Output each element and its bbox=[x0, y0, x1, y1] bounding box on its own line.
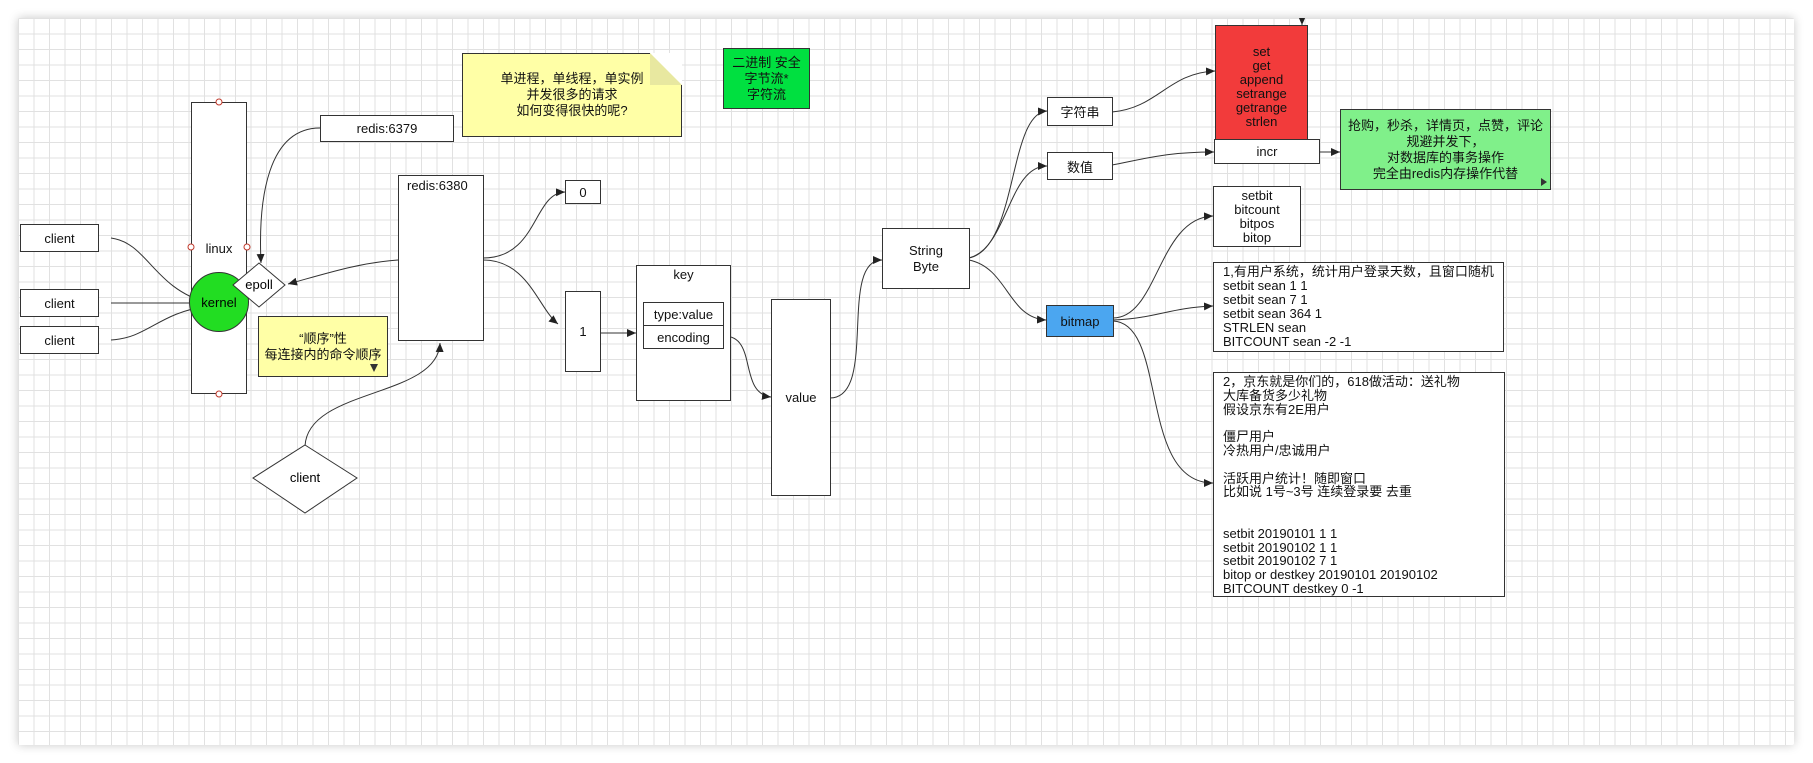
encoding-cell[interactable]: encoding bbox=[643, 325, 724, 349]
case1-box[interactable]: 1,有用户系统，统计用户登录天数，且窗口随机 setbit sean 1 1 s… bbox=[1213, 262, 1504, 352]
case2-box[interactable]: 2，京东就是你们的，618做活动：送礼物 大库备货多少礼物 假设京东有2E用户 … bbox=[1213, 372, 1505, 597]
db-0-box[interactable]: 0 bbox=[565, 180, 601, 204]
incr-box[interactable]: incr bbox=[1214, 139, 1320, 164]
incr-note-box[interactable]: 抢购，秒杀，详情页，点赞，评论 规避并发下， 对数据库的事务操作 完全由redi… bbox=[1340, 109, 1551, 190]
bitmap-box[interactable]: bitmap bbox=[1046, 305, 1114, 337]
bit-commands-box[interactable]: setbit bitcount bitpos bitop bbox=[1213, 186, 1301, 247]
string-byte-box[interactable]: String Byte bbox=[882, 228, 970, 289]
string-commands-box[interactable]: set get append setrange getrange strlen bbox=[1215, 25, 1308, 148]
client-diamond-label: client bbox=[289, 470, 321, 485]
numeric-type-box[interactable]: 数值 bbox=[1047, 152, 1113, 180]
db-1-box[interactable]: 1 bbox=[565, 291, 601, 372]
diagram-canvas: client client client linux kernel epoll … bbox=[18, 18, 1794, 745]
type-value-cell[interactable]: type:value bbox=[643, 302, 724, 326]
string-type-box[interactable]: 字符串 bbox=[1047, 97, 1113, 126]
value-box[interactable]: value bbox=[771, 299, 831, 496]
incr-note-resize-icon bbox=[1541, 178, 1547, 186]
key-title: key bbox=[673, 267, 694, 282]
